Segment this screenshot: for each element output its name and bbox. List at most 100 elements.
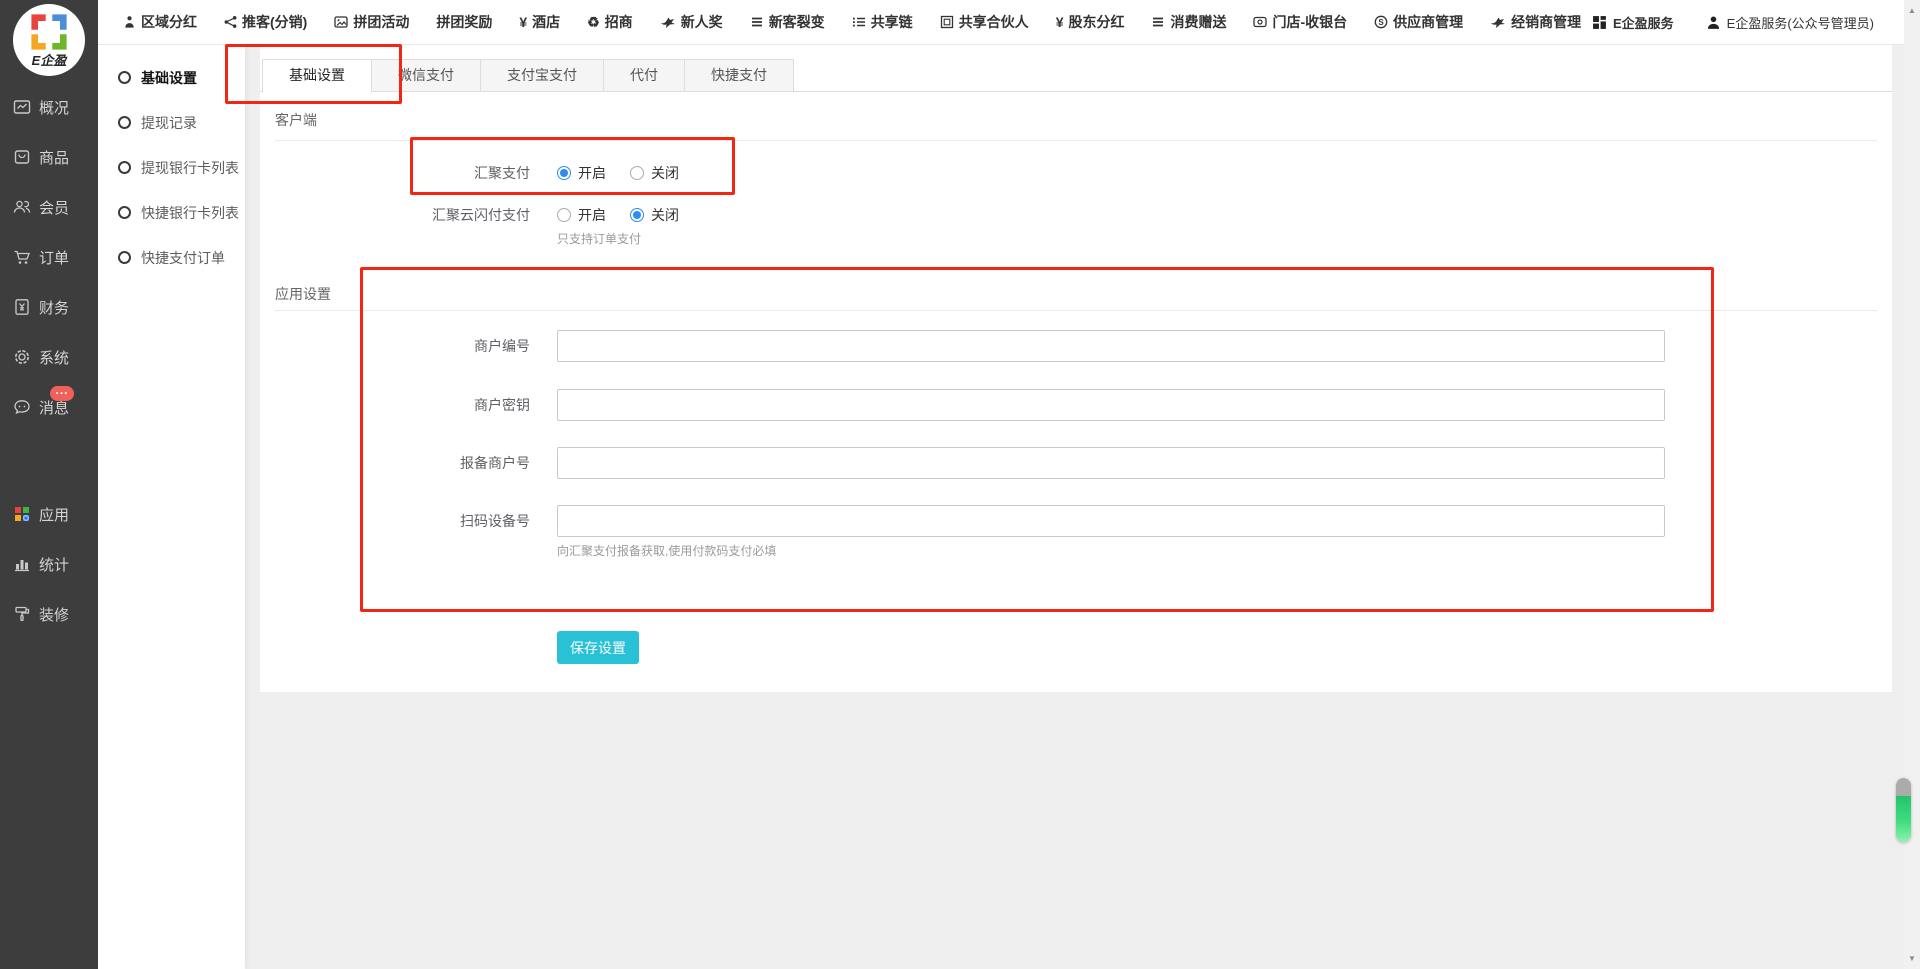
apps-icon bbox=[13, 505, 31, 523]
tab-wechat-pay[interactable]: 微信支付 bbox=[372, 59, 481, 92]
logo-mark bbox=[27, 12, 71, 52]
nav-item-investment[interactable]: ♻ 招商 bbox=[587, 12, 633, 32]
sidebar-item-label: 统计 bbox=[39, 554, 69, 575]
grid-icon bbox=[1592, 15, 1607, 30]
nav-label: 区域分红 bbox=[141, 12, 197, 32]
scan-device-row: 扫码设备号 bbox=[260, 505, 1665, 537]
tab-alipay[interactable]: 支付宝支付 bbox=[481, 59, 604, 92]
sidebar-item-label: 商品 bbox=[39, 147, 69, 168]
primary-sidebar: E企盈 概况 商品 会员 订单 财务 系统 消息 ... bbox=[0, 0, 98, 969]
sidebar-item-decorate[interactable]: 装修 bbox=[0, 589, 98, 639]
nav-label: 拼团奖励 bbox=[436, 12, 492, 32]
merchant-id-input[interactable] bbox=[557, 330, 1665, 362]
account-menu[interactable]: E企盈服务(公众号管理员) bbox=[1706, 13, 1874, 32]
nav-item-promoter[interactable]: 推客(分销) bbox=[224, 12, 307, 32]
radio-label: 开启 bbox=[578, 205, 606, 225]
sidebar-item-finance[interactable]: 财务 bbox=[0, 282, 98, 332]
nav-label: 招商 bbox=[605, 12, 633, 32]
dove-icon bbox=[660, 15, 676, 29]
sidebar-item-messages[interactable]: 消息 ... bbox=[0, 382, 98, 432]
nav-item-share-partner[interactable]: 共享合伙人 bbox=[940, 12, 1029, 32]
radio-icon[interactable] bbox=[557, 166, 571, 180]
sidebar-item-overview[interactable]: 概况 bbox=[0, 82, 98, 132]
nav-item-new-customer[interactable]: 新客裂变 bbox=[750, 12, 825, 32]
nav-label: 股东分红 bbox=[1068, 12, 1124, 32]
submenu-item-withdraw-records[interactable]: 提现记录 bbox=[98, 100, 245, 145]
main-content-panel: 基础设置 微信支付 支付宝支付 代付 快捷支付 客户端 汇聚支付 开启 关闭 汇… bbox=[260, 45, 1892, 692]
recycle-icon: ♻ bbox=[587, 15, 600, 29]
nav-item-store-cashier[interactable]: 门店-收银台 bbox=[1253, 12, 1347, 32]
sidebar-item-apps[interactable]: 应用 bbox=[0, 489, 98, 539]
scroll-progress-done bbox=[1896, 796, 1911, 842]
sidebar-item-label: 应用 bbox=[39, 504, 69, 525]
nav-item-newcomer-award[interactable]: 新人奖 bbox=[660, 12, 723, 32]
nav-item-hotel[interactable]: ¥ 酒店 bbox=[519, 12, 560, 32]
scroll-down-arrow-icon[interactable]: ▼ bbox=[1904, 954, 1920, 963]
scroll-progress-remaining bbox=[1896, 778, 1911, 796]
radio-option-off[interactable]: 关闭 bbox=[630, 163, 679, 183]
dove-icon bbox=[1490, 15, 1506, 29]
client-section-title: 客户端 bbox=[275, 110, 317, 130]
submenu-item-basic-settings[interactable]: 基础设置 bbox=[98, 55, 245, 100]
report-merchant-row: 报备商户号 bbox=[260, 447, 1665, 479]
radio-option-off[interactable]: 关闭 bbox=[630, 205, 679, 225]
nav-item-shareholder-dividend[interactable]: ¥ 股东分红 bbox=[1056, 12, 1125, 32]
person-icon bbox=[123, 15, 136, 29]
svg-text:S: S bbox=[1378, 18, 1384, 27]
merchant-key-row: 商户密钥 bbox=[260, 389, 1665, 421]
radio-option-on[interactable]: 开启 bbox=[557, 163, 606, 183]
tab-basic-settings[interactable]: 基础设置 bbox=[262, 59, 372, 93]
scroll-up-arrow-icon[interactable]: ▲ bbox=[1904, 6, 1920, 15]
sidebar-item-system[interactable]: 系统 bbox=[0, 332, 98, 382]
field-label: 扫码设备号 bbox=[260, 505, 530, 537]
section-divider bbox=[275, 310, 1877, 311]
sidebar-item-stats[interactable]: 统计 bbox=[0, 539, 98, 589]
orders-icon bbox=[13, 248, 31, 266]
nav-item-group-activity[interactable]: 拼团活动 bbox=[334, 12, 409, 32]
nav-item-group-reward[interactable]: 拼团奖励 bbox=[436, 12, 492, 32]
field-label: 汇聚支付 bbox=[260, 163, 530, 183]
merchant-key-input[interactable] bbox=[557, 389, 1665, 421]
report-merchant-input[interactable] bbox=[557, 447, 1665, 479]
huiju-unionpay-row: 汇聚云闪付支付 开启 关闭 bbox=[260, 205, 679, 225]
radio-option-on[interactable]: 开启 bbox=[557, 205, 606, 225]
user-icon bbox=[1706, 15, 1721, 30]
nav-item-share-chain[interactable]: 共享链 bbox=[852, 12, 913, 32]
yen-icon: ¥ bbox=[519, 14, 527, 30]
nav-item-supplier-management[interactable]: S 供应商管理 bbox=[1374, 12, 1463, 32]
submenu-item-withdraw-bank-cards[interactable]: 提现银行卡列表 bbox=[98, 145, 245, 190]
tab-payout[interactable]: 代付 bbox=[604, 59, 685, 92]
circle-bullet-icon bbox=[118, 161, 131, 174]
tab-quick-pay[interactable]: 快捷支付 bbox=[685, 59, 794, 92]
app-section-title: 应用设置 bbox=[275, 284, 331, 304]
app-logo[interactable]: E企盈 bbox=[13, 4, 85, 76]
save-settings-button[interactable]: 保存设置 bbox=[557, 631, 639, 664]
radio-icon[interactable] bbox=[630, 208, 644, 222]
nav-item-dealer-management[interactable]: 经销商管理 bbox=[1490, 12, 1581, 32]
sidebar-item-label: 订单 bbox=[39, 247, 69, 268]
sidebar-item-goods[interactable]: 商品 bbox=[0, 132, 98, 182]
sidebar-item-orders[interactable]: 订单 bbox=[0, 232, 98, 282]
nav-label: 消费赠送 bbox=[1170, 12, 1226, 32]
list-icon bbox=[852, 15, 866, 29]
tab-label: 基础设置 bbox=[289, 67, 345, 83]
nav-label: 经销商管理 bbox=[1511, 12, 1581, 32]
sidebar-item-label: 系统 bbox=[39, 347, 69, 368]
tab-label: 支付宝支付 bbox=[507, 67, 577, 83]
nav-label: 酒店 bbox=[532, 12, 560, 32]
radio-icon[interactable] bbox=[630, 166, 644, 180]
nav-label: 共享链 bbox=[871, 12, 913, 32]
radio-icon[interactable] bbox=[557, 208, 571, 222]
submenu-item-quick-bank-cards[interactable]: 快捷银行卡列表 bbox=[98, 190, 245, 235]
topbar-right-group: E企盈服务 E企盈服务(公众号管理员) bbox=[1592, 13, 1904, 32]
share-icon bbox=[224, 15, 237, 29]
service-menu[interactable]: E企盈服务 bbox=[1592, 13, 1674, 32]
sidebar-item-members[interactable]: 会员 bbox=[0, 182, 98, 232]
storefront-icon bbox=[1253, 15, 1267, 29]
nav-item-region-dividend[interactable]: 区域分红 bbox=[123, 12, 197, 32]
submenu-item-quick-pay-orders[interactable]: 快捷支付订单 bbox=[98, 235, 245, 280]
scan-device-input[interactable] bbox=[557, 505, 1665, 537]
goods-icon bbox=[13, 148, 31, 166]
nav-item-consumption-gift[interactable]: 消费赠送 bbox=[1151, 12, 1226, 32]
submenu-label: 提现银行卡列表 bbox=[141, 158, 239, 178]
